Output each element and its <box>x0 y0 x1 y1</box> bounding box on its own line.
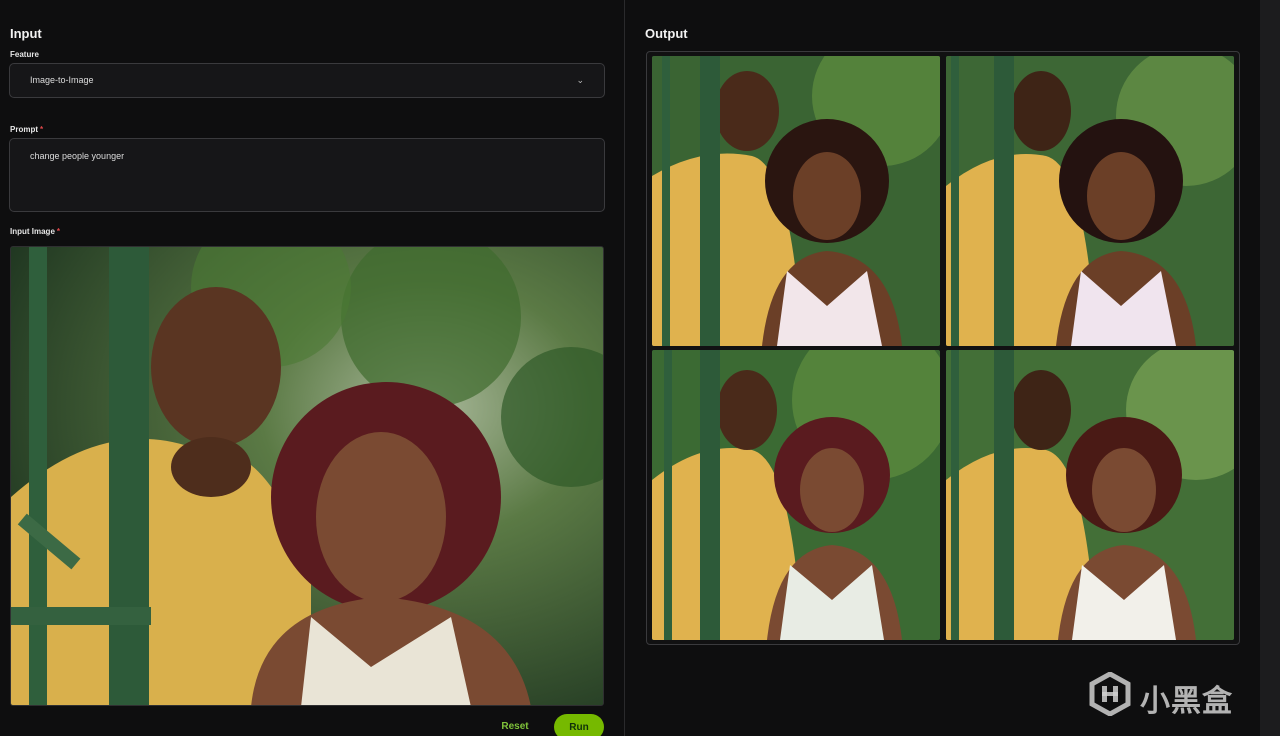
output-image-4[interactable] <box>946 350 1234 640</box>
input-image[interactable] <box>10 246 604 706</box>
input-panel: Input Feature Image-to-Image ⌄ Prompt * c… <box>0 0 624 736</box>
output-image-3[interactable] <box>652 350 940 640</box>
input-title: Input <box>10 26 42 41</box>
input-image-label: Input Image * <box>10 227 61 236</box>
watermark-text: 小黑盒 <box>1140 684 1233 719</box>
reset-button[interactable]: Reset <box>490 714 540 736</box>
output-image-1[interactable] <box>652 56 940 346</box>
output-grid <box>646 51 1240 645</box>
watermark: 小黑盒 <box>1088 668 1248 722</box>
feature-select[interactable]: Image-to-Image ⌄ <box>9 63 605 98</box>
h-logo-icon <box>1089 672 1131 716</box>
prompt-text: change people younger <box>30 151 125 161</box>
prompt-input[interactable]: change people younger <box>9 138 605 212</box>
required-mark: * <box>40 125 44 134</box>
scrollbar[interactable] <box>1260 0 1280 736</box>
feature-select-value: Image-to-Image <box>30 75 94 85</box>
output-image-2[interactable] <box>946 56 1234 346</box>
output-title: Output <box>645 26 688 41</box>
run-button[interactable]: Run <box>554 714 604 736</box>
prompt-label: Prompt * <box>10 125 44 134</box>
chevron-down-icon: ⌄ <box>576 75 584 85</box>
feature-label: Feature <box>10 50 39 59</box>
required-mark: * <box>56 227 61 236</box>
